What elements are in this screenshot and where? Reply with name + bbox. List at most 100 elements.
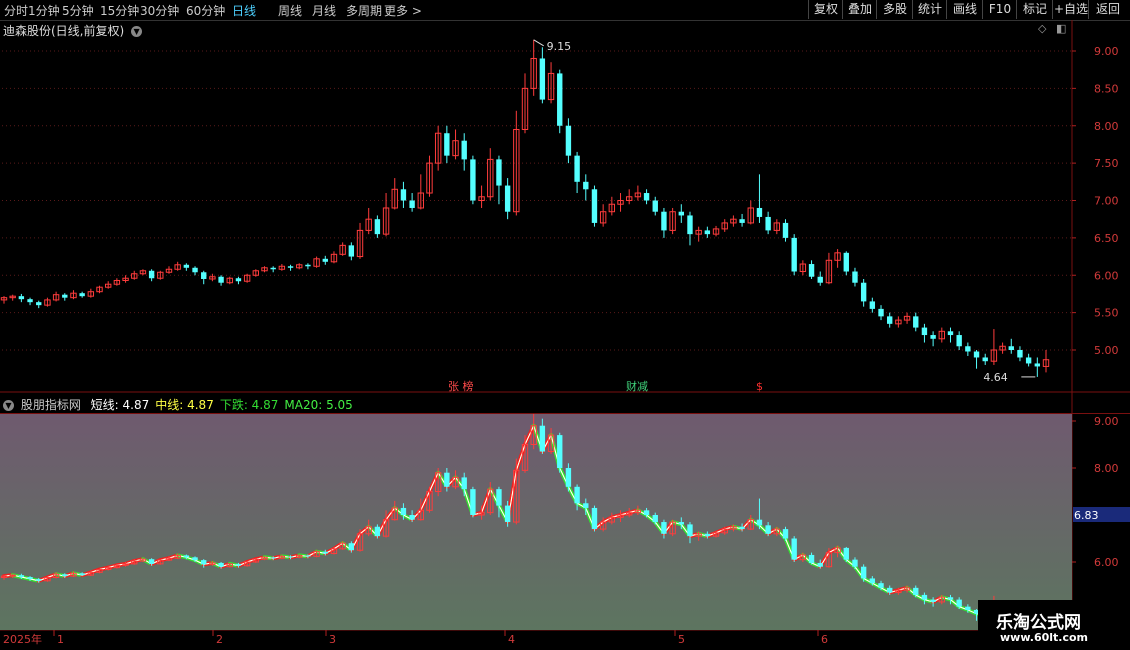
indicator-candle — [921, 594, 928, 600]
main-candle — [539, 58, 546, 100]
main-candle — [852, 271, 858, 283]
x-axis-year: 2025年 — [3, 632, 42, 646]
indicator-candle — [661, 522, 667, 534]
main-candle — [739, 219, 745, 223]
indicator-candle — [322, 551, 328, 554]
main-candle — [678, 211, 684, 216]
stock-title-text: 迪森股份(日线,前复权) — [3, 24, 125, 38]
chevron-down-icon[interactable]: ▼ — [3, 400, 14, 411]
legend-item-2: 下跌: 4.87 — [219, 398, 279, 412]
indicator-candle — [704, 533, 711, 537]
main-candle — [470, 159, 476, 201]
y-tick-label: 7.50 — [1094, 157, 1119, 170]
legend-item-1: 中线: 4.87 — [155, 398, 214, 412]
main-candle — [973, 351, 980, 358]
event-label: 财减 — [626, 379, 648, 393]
main-candle — [374, 219, 381, 235]
indicator-candle — [913, 587, 919, 595]
x-tick-label: 6 — [821, 633, 828, 646]
main-candle — [947, 331, 954, 336]
indicator-candle — [557, 435, 563, 468]
main-candle — [643, 193, 650, 201]
main-candle — [765, 216, 771, 231]
main-candle — [192, 267, 198, 273]
indicator-candle — [400, 507, 407, 515]
indicator-candle — [79, 573, 85, 576]
main-candle — [652, 200, 658, 212]
main-candle — [218, 276, 224, 283]
indicator-candle — [201, 560, 207, 565]
indicator-candle — [470, 489, 476, 515]
indicator-name: 股朋指标网 — [20, 398, 81, 412]
high-marker-line — [533, 39, 544, 47]
indicator-candle — [765, 525, 771, 534]
indicator-candle — [183, 555, 190, 558]
main-candle — [18, 296, 25, 300]
main-candle — [930, 335, 936, 339]
y-tick-label: 9.00 — [1094, 45, 1119, 58]
main-candle — [270, 267, 276, 270]
main-candle — [791, 237, 797, 272]
main-candle — [843, 252, 849, 272]
main-candle — [287, 266, 294, 268]
diamond-icon[interactable]: ◇ — [1038, 22, 1046, 35]
main-candle — [982, 357, 988, 362]
indicator-candle — [565, 468, 572, 487]
x-tick-label: 4 — [508, 633, 515, 646]
current-value-text: 6.83 — [1074, 509, 1099, 522]
indicator-candle — [652, 515, 658, 523]
main-candle — [409, 200, 415, 208]
main-candle — [322, 258, 328, 262]
stock-title: 迪森股份(日线,前复权) ▼ — [3, 22, 143, 39]
chevron-down-icon[interactable]: ▼ — [131, 26, 143, 37]
main-candle — [235, 278, 242, 282]
y-tick-label: 8.00 — [1094, 120, 1119, 133]
main-candle — [965, 346, 971, 352]
indicator-legend: ▼ 股朋指标网 短线: 4.87 中线: 4.87 下跌: 4.87 MA20: 5.… — [3, 396, 353, 413]
main-candle — [661, 211, 667, 231]
panel-toggle-icon[interactable]: ◧ — [1056, 22, 1066, 35]
indicator-candle — [583, 503, 589, 508]
main-candle — [27, 299, 33, 303]
main-candle — [1008, 346, 1014, 350]
main-candle — [591, 189, 598, 223]
indicator-candle — [817, 562, 823, 567]
legend-items: 短线: 4.87 中线: 4.87 下跌: 4.87 MA20: 5.05 — [85, 398, 353, 412]
indicator-candle — [218, 562, 224, 567]
y-tick-label: 5.50 — [1094, 307, 1119, 320]
low-price-label: 4.64 — [983, 371, 1008, 384]
indicator-candle — [496, 489, 502, 506]
main-candle — [574, 155, 580, 182]
indicator-candle — [444, 472, 450, 487]
indicator-candle — [791, 538, 797, 560]
main-candle — [887, 316, 893, 324]
indicator-background — [0, 414, 1072, 630]
indicator-candle — [678, 522, 684, 525]
main-candle — [756, 207, 763, 217]
indicator-candle — [539, 425, 546, 452]
y-tick-label: 7.00 — [1094, 195, 1119, 208]
y-tick-label: 6.00 — [1094, 269, 1119, 282]
main-candle — [921, 327, 928, 336]
y-tick-label: 6.00 — [1094, 556, 1119, 569]
indicator-candle — [643, 510, 650, 515]
indicator-candle — [956, 599, 962, 607]
indicator-candle — [739, 526, 745, 530]
indicator-candle — [687, 524, 693, 537]
indicator-candle — [287, 556, 294, 558]
indicator-candle — [878, 583, 884, 588]
legend-item-3: MA20: 5.05 — [284, 398, 353, 412]
indicator-candle — [235, 563, 242, 566]
indicator-candle — [36, 578, 42, 581]
main-candle — [782, 222, 789, 238]
main-candle — [36, 302, 42, 306]
indicator-candle — [348, 543, 355, 551]
event-label: 张 榜 — [448, 379, 474, 393]
indicator-candle — [782, 529, 789, 539]
indicator-candle — [62, 574, 68, 577]
indicator-candle — [756, 519, 763, 526]
indicator-candle — [965, 606, 971, 610]
main-candle — [583, 181, 589, 190]
indicator-candle — [192, 557, 198, 561]
main-candle — [557, 73, 563, 126]
